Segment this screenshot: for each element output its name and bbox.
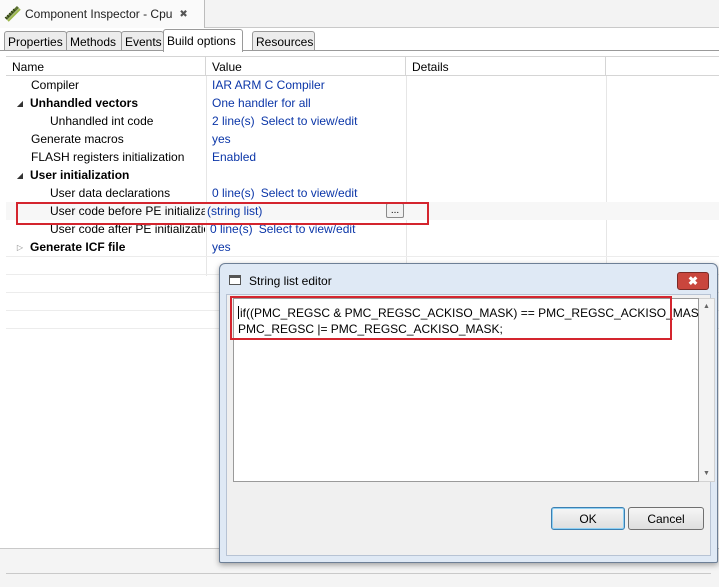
scroll-down-arrow-icon[interactable]: ▼ (699, 466, 714, 481)
column-header-details[interactable]: Details (406, 57, 606, 76)
property-name-group: ◢ User initialization (6, 166, 206, 184)
scroll-up-arrow-icon[interactable]: ▲ (699, 299, 714, 314)
table-row[interactable]: ◢ Unhandled vectors One handler for all (6, 94, 719, 112)
tab-events[interactable]: Events (121, 31, 164, 51)
property-name: Unhandled int code (50, 114, 154, 128)
select-to-view-edit-link[interactable]: Select to view/edit (261, 186, 358, 200)
property-name: User data declarations (50, 186, 171, 200)
table-row[interactable]: User data declarations 0 line(s) Select … (6, 184, 719, 202)
tab-underline (0, 50, 719, 51)
expanded-arrow-icon[interactable]: ◢ (14, 171, 26, 180)
tab-bar: Properties Methods Events Build options … (0, 29, 719, 52)
window-icon (229, 275, 241, 285)
property-name: Compiler (31, 78, 80, 92)
table-header: Name Value Details (6, 56, 719, 76)
close-icon[interactable]: ✖ (677, 272, 709, 290)
view-title: Component Inspector - Cpu (25, 7, 173, 21)
column-header-value[interactable]: Value (206, 57, 406, 76)
line-count: 2 line(s) (212, 114, 255, 128)
ok-button[interactable]: OK (551, 507, 625, 530)
table-row[interactable]: Unhandled int code 2 line(s) Select to v… (6, 112, 719, 130)
tab-properties[interactable]: Properties (4, 31, 67, 51)
select-to-view-edit-link[interactable]: Select to view/edit (261, 114, 358, 128)
property-value[interactable]: Enabled (206, 148, 406, 166)
property-value[interactable]: 0 line(s) Select to view/edit (206, 184, 406, 202)
property-value[interactable]: One handler for all (206, 94, 406, 112)
expanded-arrow-icon[interactable]: ◢ (14, 99, 26, 108)
property-name: Generate macros (31, 132, 124, 146)
column-header-name[interactable]: Name (6, 57, 206, 76)
vertical-scrollbar[interactable]: ▲ ▼ (699, 298, 715, 482)
table-row[interactable]: FLASH registers initialization Enabled (6, 148, 719, 166)
tab-resources[interactable]: Resources (252, 31, 315, 51)
panel-divider (6, 573, 711, 574)
cancel-button[interactable]: Cancel (628, 507, 704, 530)
table-row[interactable]: ◢ User initialization (6, 166, 719, 184)
property-value[interactable]: yes (206, 130, 406, 148)
dialog-title-bar[interactable]: String list editor ✖ (220, 264, 717, 294)
property-value[interactable]: 2 line(s) Select to view/edit (206, 112, 406, 130)
table-row[interactable]: Compiler IAR ARM C Compiler (6, 76, 719, 94)
view-tab-component-inspector[interactable]: Component Inspector - Cpu ✖ (0, 0, 205, 28)
group-label: Unhandled vectors (30, 96, 139, 110)
dialog-title: String list editor (249, 274, 332, 288)
property-value[interactable] (206, 166, 406, 184)
property-name-group: ◢ Unhandled vectors (6, 94, 206, 112)
property-value[interactable]: yes (206, 238, 406, 256)
property-name: FLASH registers initialization (31, 150, 185, 164)
component-inspector-icon (4, 5, 21, 22)
highlight-box-row (16, 202, 429, 225)
property-value[interactable]: IAR ARM C Compiler (206, 76, 406, 94)
table-row[interactable]: ▷ Generate ICF file yes (6, 238, 719, 256)
collapsed-arrow-icon[interactable]: ▷ (14, 243, 26, 252)
group-label: User initialization (30, 168, 130, 182)
view-title-bar: Component Inspector - Cpu ✖ (0, 0, 719, 28)
property-name-group: ▷ Generate ICF file (6, 238, 206, 256)
line-count: 0 line(s) (212, 186, 255, 200)
tab-build-options[interactable]: Build options (163, 29, 243, 52)
table-row[interactable]: Generate macros yes (6, 130, 719, 148)
group-label: Generate ICF file (30, 240, 126, 254)
tab-methods[interactable]: Methods (66, 31, 122, 51)
close-icon[interactable]: ✖ (179, 9, 187, 20)
highlight-box-code (230, 296, 672, 340)
